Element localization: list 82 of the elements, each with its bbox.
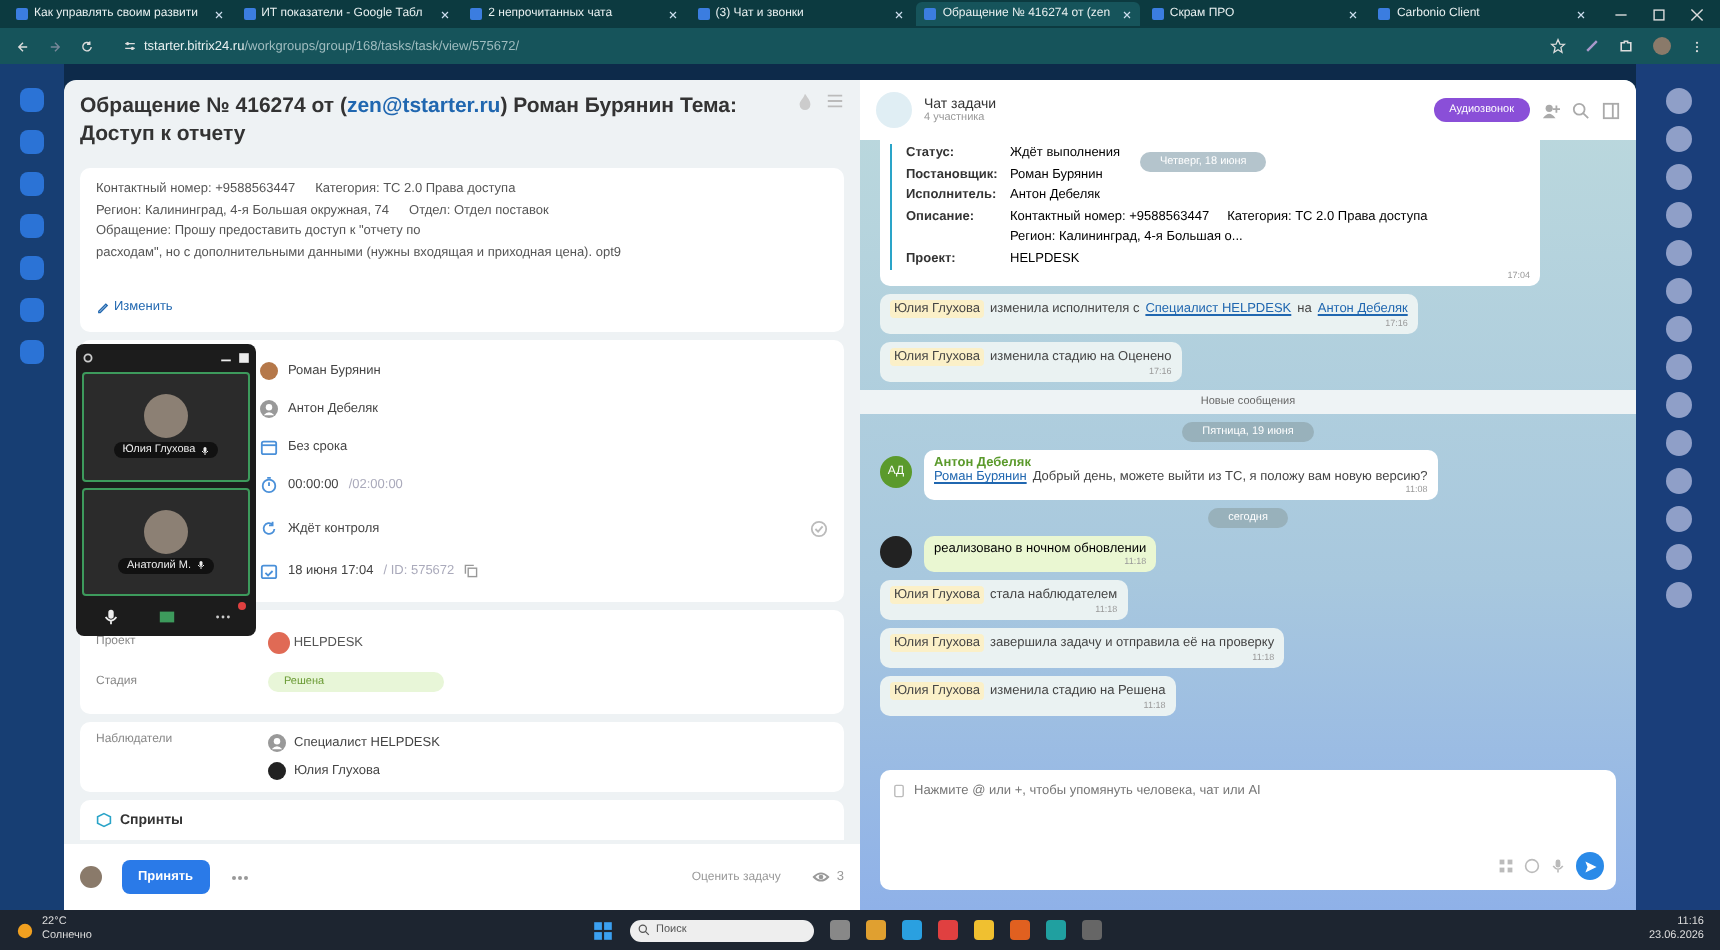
avatar-icon (260, 362, 278, 380)
chat-avatar (876, 92, 912, 128)
user-icon (260, 400, 278, 418)
search-icon (638, 924, 650, 936)
favicon-icon (470, 8, 483, 20)
favicon-icon (924, 8, 937, 20)
favicon-icon (697, 8, 710, 20)
site-info-icon (124, 40, 136, 52)
avatar-placeholder (880, 536, 912, 568)
menu-icon[interactable] (1690, 39, 1704, 53)
close-icon[interactable] (667, 9, 678, 19)
cube-icon (96, 812, 112, 828)
email-link[interactable]: zen@tstarter.ru (346, 94, 501, 118)
favicon-icon (1151, 8, 1164, 20)
avatar-icon (268, 762, 286, 780)
calendar-icon (260, 562, 278, 580)
app-menu-icon[interactable] (20, 88, 44, 112)
favicon-icon (1378, 8, 1391, 20)
contact-avatar[interactable] (1665, 392, 1691, 418)
refresh-icon (260, 519, 278, 537)
close-icon[interactable] (1690, 7, 1705, 21)
microphone-icon (199, 445, 210, 456)
notification-dot (238, 602, 246, 610)
project-icon (268, 631, 290, 653)
app-menu-icon[interactable] (20, 172, 44, 196)
contact-avatar[interactable] (1665, 468, 1691, 494)
profile-avatar-icon (1652, 36, 1672, 56)
contact-avatar[interactable] (1665, 164, 1691, 190)
contact-avatar[interactable] (1665, 506, 1691, 532)
copy-icon[interactable] (464, 564, 479, 578)
avatar-icon (80, 866, 102, 888)
add-user-icon[interactable] (1542, 101, 1560, 119)
app-menu-icon[interactable] (20, 214, 44, 238)
back-icon[interactable] (16, 39, 30, 53)
close-icon[interactable] (440, 9, 451, 19)
extensions-icon[interactable] (1618, 38, 1634, 54)
user-icon (268, 734, 286, 752)
forward-icon[interactable] (48, 39, 62, 53)
maximize-icon[interactable] (1652, 7, 1667, 21)
screen-share-icon[interactable] (157, 607, 175, 625)
attach-icon (892, 783, 906, 797)
pencil-icon (96, 300, 110, 314)
close-icon[interactable] (1576, 9, 1587, 19)
star-icon[interactable] (1550, 38, 1566, 54)
maximize-icon[interactable] (238, 352, 250, 364)
favicon-icon (243, 8, 256, 20)
favicon-icon (16, 8, 28, 20)
contact-avatar[interactable] (1665, 240, 1691, 266)
close-icon[interactable] (1121, 9, 1132, 19)
stopwatch-icon (260, 476, 278, 494)
close-icon[interactable] (1348, 9, 1359, 19)
contact-avatar[interactable] (1665, 316, 1691, 342)
contact-avatar[interactable] (1665, 582, 1691, 608)
app-menu-icon[interactable] (20, 256, 44, 280)
contact-avatar[interactable] (1665, 430, 1691, 456)
start-icon[interactable] (592, 919, 614, 941)
app-menu-icon[interactable] (20, 340, 44, 364)
contact-avatar[interactable] (1665, 354, 1691, 380)
send-button[interactable] (1576, 852, 1604, 880)
task-title: Обращение № 416274 от (zen@tstarter.ru) Роман Бурянин Тема: Доступ к отчету (80, 92, 740, 148)
contact-avatar[interactable] (1665, 544, 1691, 570)
reload-icon[interactable] (80, 39, 94, 53)
close-icon[interactable] (213, 9, 224, 19)
app-menu-icon[interactable] (20, 298, 44, 322)
avatar-placeholder (144, 394, 188, 439)
contact-avatar[interactable] (1665, 126, 1691, 152)
contact-avatar[interactable] (1665, 278, 1691, 304)
avatar-placeholder (144, 509, 188, 554)
close-icon[interactable] (894, 9, 905, 19)
check-circle-icon[interactable] (810, 519, 828, 537)
search-icon[interactable] (1572, 101, 1590, 119)
contact-avatar[interactable] (1665, 88, 1691, 114)
contact-avatar[interactable] (1665, 202, 1691, 228)
eye-icon (812, 868, 831, 886)
calendar-icon (260, 438, 278, 456)
sun-icon (16, 921, 34, 939)
sidebar-icon[interactable] (1602, 101, 1620, 119)
settings-icon[interactable] (82, 352, 94, 364)
microphone-icon[interactable] (101, 607, 119, 625)
microphone-icon (195, 560, 206, 571)
app-menu-icon[interactable] (20, 130, 44, 154)
send-icon (1583, 859, 1597, 873)
